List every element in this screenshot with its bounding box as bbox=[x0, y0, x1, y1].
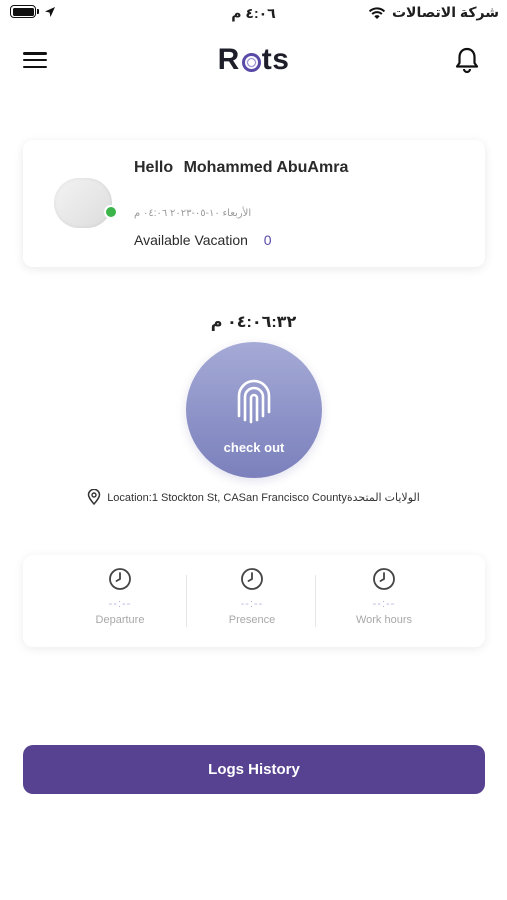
logo-suffix: ts bbox=[261, 43, 290, 76]
location-text: Location:1 Stockton St, CASan Francisco … bbox=[107, 491, 420, 504]
vacation-label: Available Vacation bbox=[134, 232, 248, 248]
logo-prefix: R bbox=[217, 43, 240, 76]
work-hours-label: Work hours bbox=[355, 614, 413, 626]
status-bar: ٤:٠٦ م شركة الاتصالات bbox=[0, 0, 507, 28]
departure-value: --:-- bbox=[108, 598, 132, 610]
check-out-label: check out bbox=[223, 440, 285, 455]
clock-icon bbox=[241, 568, 263, 590]
work-hours-value: --:-- bbox=[372, 598, 396, 610]
status-right: شركة الاتصالات bbox=[368, 4, 499, 21]
clock-icon bbox=[109, 568, 131, 590]
greeting: Hello Mohammed AbuAmra bbox=[134, 159, 348, 177]
bell-icon[interactable] bbox=[452, 45, 482, 75]
vacation-count: 0 bbox=[263, 232, 272, 248]
app-header: R ts bbox=[0, 40, 507, 84]
attendance-stats-card: --:-- Departure --:-- Presence --:-- Wor… bbox=[23, 555, 485, 647]
check-out-button[interactable]: check out bbox=[186, 342, 322, 478]
logs-history-button[interactable]: Logs History bbox=[23, 745, 485, 794]
stat-presence: --:-- Presence bbox=[187, 567, 317, 626]
vacation-info: Available Vacation 0 bbox=[134, 232, 272, 248]
current-time: ٠٤:٠٦:٣٢ م bbox=[210, 314, 297, 331]
stat-work-hours: --:-- Work hours bbox=[319, 567, 449, 626]
location-row: Location:1 Stockton St, CASan Francisco … bbox=[0, 489, 507, 505]
stat-divider bbox=[315, 575, 316, 627]
clock-icon bbox=[373, 568, 395, 590]
presence-label: Presence bbox=[228, 614, 276, 626]
app-logo: R ts bbox=[0, 43, 507, 77]
fingerprint-o-icon bbox=[241, 52, 261, 72]
carrier-name: شركة الاتصالات bbox=[391, 4, 499, 20]
online-status-dot bbox=[104, 205, 118, 219]
stat-departure: --:-- Departure bbox=[55, 567, 185, 626]
departure-label: Departure bbox=[95, 614, 145, 626]
map-pin-icon bbox=[87, 489, 101, 505]
greeting-label: Hello bbox=[134, 159, 174, 176]
fingerprint-icon bbox=[237, 379, 271, 424]
wifi-icon bbox=[368, 6, 386, 19]
user-name: Mohammed AbuAmra bbox=[183, 159, 349, 176]
avatar[interactable] bbox=[54, 178, 112, 228]
presence-value: --:-- bbox=[240, 598, 264, 610]
current-date: الأربعاء ١٠-٠٥-٢٠٢٣ ٠٤:٠٦ م bbox=[134, 208, 252, 219]
profile-card: Hello Mohammed AbuAmra الأربعاء ١٠-٠٥-٢٠… bbox=[23, 140, 485, 267]
